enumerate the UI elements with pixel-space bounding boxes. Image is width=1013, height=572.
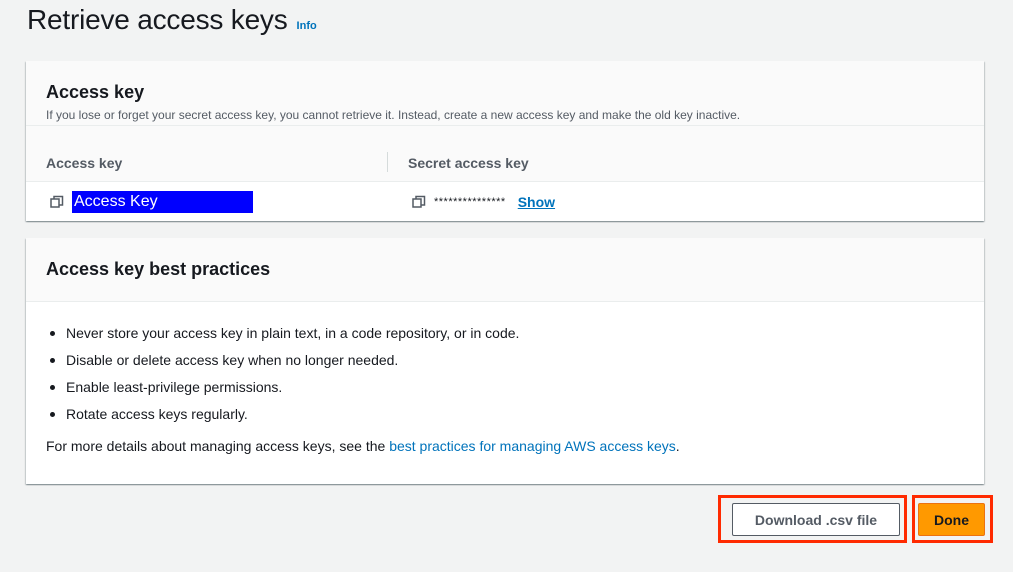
- column-header-secret-access-key: Secret access key: [408, 155, 529, 171]
- best-practices-card-header: Access key best practices: [26, 238, 984, 302]
- best-practices-footnote: For more details about managing access k…: [46, 437, 964, 455]
- copy-icon[interactable]: [412, 195, 426, 209]
- best-practices-link[interactable]: best practices for managing AWS access k…: [389, 438, 676, 454]
- best-practices-list: Never store your access key in plain tex…: [46, 302, 964, 432]
- download-csv-button[interactable]: Download .csv file: [732, 503, 900, 536]
- access-key-cell: Access Key: [26, 190, 388, 213]
- list-item: Disable or delete access key when no lon…: [46, 351, 964, 378]
- footnote-prefix: For more details about managing access k…: [46, 438, 390, 454]
- info-link[interactable]: Info: [297, 20, 317, 32]
- column-header-access-key: Access key: [46, 155, 123, 171]
- footnote-suffix: .: [675, 438, 680, 454]
- access-key-card-title: Access key: [46, 82, 145, 102]
- list-item: Enable least-privilege permissions.: [46, 378, 964, 405]
- secret-key-mask: ***************: [434, 195, 506, 208]
- best-practices-card: Access key best practices Never store yo…: [26, 238, 984, 484]
- done-button[interactable]: Done: [918, 503, 985, 536]
- show-secret-link[interactable]: Show: [518, 194, 555, 210]
- list-item: Rotate access keys regularly.: [46, 405, 964, 432]
- secret-access-key-cell: *************** Show: [388, 194, 984, 210]
- page-title: Retrieve access keys: [27, 4, 288, 35]
- page-header: Retrieve access keys Info: [27, 4, 317, 36]
- list-item: Never store your access key in plain tex…: [46, 324, 964, 351]
- best-practices-card-body: Never store your access key in plain tex…: [26, 302, 984, 455]
- best-practices-card-title: Access key best practices: [46, 259, 271, 279]
- access-key-card-description: If you lose or forget your secret access…: [46, 108, 741, 122]
- copy-icon[interactable]: [50, 195, 64, 209]
- key-table-header: Access key Secret access key: [26, 126, 984, 182]
- access-key-card: Access key If you lose or forget your se…: [26, 61, 984, 221]
- key-table-row: Access Key *************** Show: [26, 182, 984, 221]
- access-key-card-header: Access key If you lose or forget your se…: [26, 61, 984, 126]
- access-key-value[interactable]: Access Key: [72, 190, 253, 213]
